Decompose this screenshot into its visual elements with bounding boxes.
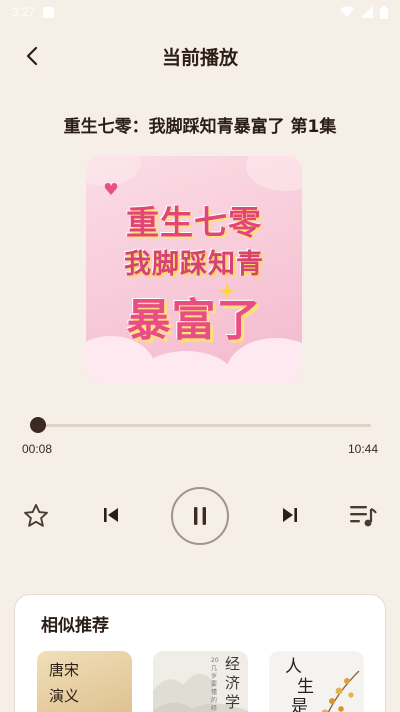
pause-icon <box>194 507 206 525</box>
star-outline-icon <box>24 503 48 527</box>
current-time: 00:08 <box>22 442 53 456</box>
page-title: 当前播放 <box>161 46 238 69</box>
skip-previous-icon <box>104 508 118 522</box>
recommend-cover-text: 唐宋演义 <box>49 661 80 705</box>
favorite-button[interactable] <box>19 499 53 533</box>
recommend-cover-text: 人生是 <box>285 657 314 712</box>
signal-icon <box>361 6 373 18</box>
heart-icon <box>104 183 118 195</box>
cover-title-line-3: 暴富了 <box>126 295 262 346</box>
time-row: 00:08 10:44 <box>22 442 378 456</box>
chevron-left-icon <box>26 46 38 66</box>
recommend-item[interactable]: 唐宋演义 <box>37 651 132 712</box>
playback-controls <box>0 487 400 545</box>
back-button[interactable] <box>16 40 48 72</box>
wifi-icon <box>340 6 354 17</box>
branch-illustration <box>321 670 360 712</box>
cover-title-line-2: 我脚踩知青 <box>124 249 264 280</box>
header: 当前播放 <box>0 34 400 78</box>
previous-button[interactable] <box>97 501 125 529</box>
recommend-item[interactable]: 20几岁要懂的经济学知识 经济学 <box>153 651 248 712</box>
battery-icon <box>380 5 388 19</box>
similar-recommendations: 相似推荐 唐宋演义 20几岁要懂的经济学知识 经济学 人生是 <box>14 594 386 712</box>
recommend-title: 相似推荐 <box>41 616 109 636</box>
pause-button[interactable] <box>171 487 229 545</box>
playlist-button[interactable] <box>346 499 380 533</box>
playlist-music-icon <box>350 506 377 527</box>
progress-track <box>34 424 371 427</box>
next-button[interactable] <box>276 501 304 529</box>
track-title: 重生七零：我脚踩知青暴富了 第1集 <box>63 117 337 137</box>
recommend-item[interactable]: 人生是 <box>269 651 364 712</box>
album-cover: 重生七零 我脚踩知青 暴富了 <box>86 156 302 384</box>
status-icons <box>340 5 388 19</box>
skip-next-icon <box>283 508 297 522</box>
status-bar: 3:27 <box>0 0 400 24</box>
status-time: 3:27 <box>12 5 36 19</box>
notification-icon <box>43 6 55 18</box>
recommend-cover-subtext: 20几岁要懂的经济学知识 <box>211 657 219 712</box>
recommend-cover-text: 经济学 <box>225 655 241 711</box>
progress-thumb[interactable] <box>30 417 47 433</box>
progress-slider[interactable] <box>24 417 376 433</box>
cover-title-line-1: 重生七零 <box>126 203 262 242</box>
total-time: 10:44 <box>347 442 378 456</box>
